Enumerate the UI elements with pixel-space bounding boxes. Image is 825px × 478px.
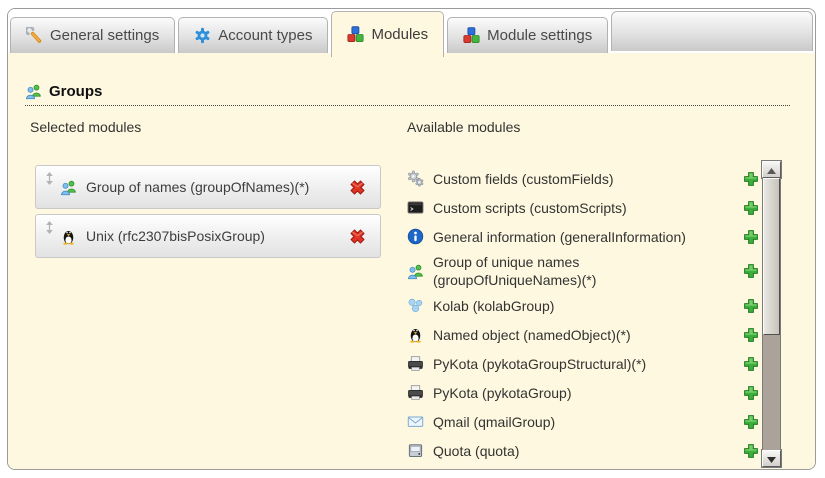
available-module-label: Quota (quota): [433, 442, 519, 460]
section-header-groups: Groups: [25, 83, 790, 106]
add-module-button[interactable]: [743, 414, 759, 430]
available-module-row: Kolab (kolabGroup): [407, 291, 759, 320]
section-title: Groups: [49, 83, 102, 100]
tux-icon: [60, 228, 77, 245]
info-icon: [407, 228, 424, 245]
scroll-down-icon: [767, 450, 776, 468]
available-module-label: Kolab (kolabGroup): [433, 297, 554, 315]
gears-icon: [407, 170, 424, 187]
selected-modules-list: Group of names (groupOfNames)(*) Unix (rf…: [35, 165, 381, 263]
drag-handle-icon[interactable]: [45, 172, 54, 185]
tab-modules[interactable]: Modules: [331, 11, 444, 57]
drag-handle-icon[interactable]: [45, 221, 54, 234]
add-module-button[interactable]: [743, 200, 759, 216]
available-module-row: Group of unique names (groupOfUniqueName…: [407, 251, 759, 291]
available-module-row: Custom scripts (customScripts): [407, 193, 759, 222]
tab-bar: General settings Account types Modules M…: [8, 9, 815, 53]
available-module-label: Group of unique names (groupOfUniqueName…: [433, 253, 638, 289]
add-module-button[interactable]: [743, 298, 759, 314]
available-module-row: PyKota (pykotaGroupStructural)(*): [407, 349, 759, 378]
add-module-button[interactable]: [743, 263, 759, 279]
available-module-row: Quota (quota): [407, 436, 759, 465]
available-module-label: Custom fields (customFields): [433, 170, 614, 188]
wrench-icon: [26, 27, 43, 44]
tab-general-settings[interactable]: General settings: [10, 17, 175, 53]
scrollbar-thumb[interactable]: [763, 178, 780, 335]
scroll-up-button[interactable]: [762, 161, 781, 178]
available-module-row: Custom fields (customFields): [407, 164, 759, 193]
tux-icon: [407, 326, 424, 343]
config-panel: General settings Account types Modules M…: [7, 8, 816, 470]
available-module-row: PyKota (pykotaGroup): [407, 378, 759, 407]
available-module-label: Qmail (qmailGroup): [433, 413, 555, 431]
add-module-button[interactable]: [743, 327, 759, 343]
tab-label: Account types: [218, 27, 312, 44]
add-module-button[interactable]: [743, 171, 759, 187]
selected-module-label: Group of names (groupOfNames)(*): [86, 179, 309, 195]
scrollbar-track[interactable]: [762, 178, 781, 450]
selected-module-row[interactable]: Group of names (groupOfNames)(*): [35, 165, 381, 209]
tab-label: Module settings: [487, 27, 592, 44]
tab-bar-filler: [611, 11, 813, 51]
available-module-row: Qmail (qmailGroup): [407, 407, 759, 436]
scroll-up-icon: [767, 161, 776, 179]
remove-module-button[interactable]: [349, 228, 366, 245]
printer-icon: [407, 384, 424, 401]
tab-module-settings[interactable]: Module settings: [447, 17, 608, 53]
available-module-label: General information (generalInformation): [433, 228, 686, 246]
kolab-icon: [407, 297, 424, 314]
selected-module-row[interactable]: Unix (rfc2307bisPosixGroup): [35, 214, 381, 258]
available-module-label: PyKota (pykotaGroup): [433, 384, 572, 402]
available-module-row: Named object (namedObject)(*): [407, 320, 759, 349]
selected-modules-heading: Selected modules: [30, 119, 141, 135]
printer-icon: [407, 355, 424, 372]
groups-icon: [25, 83, 42, 100]
selected-module-label: Unix (rfc2307bisPosixGroup): [86, 228, 265, 244]
gear-icon: [194, 27, 211, 44]
modules-icon: [463, 27, 480, 44]
available-modules-heading: Available modules: [407, 119, 520, 135]
group-icon: [407, 263, 424, 280]
add-module-button[interactable]: [743, 443, 759, 459]
tab-label: General settings: [50, 27, 159, 44]
terminal-icon: [407, 199, 424, 216]
available-module-label: Custom scripts (customScripts): [433, 199, 627, 217]
available-module-label: PyKota (pykotaGroupStructural)(*): [433, 355, 646, 373]
modules-icon: [347, 26, 364, 43]
disk-icon: [407, 442, 424, 459]
available-modules-scrollbar[interactable]: [762, 161, 781, 467]
remove-module-button[interactable]: [349, 179, 366, 196]
add-module-button[interactable]: [743, 385, 759, 401]
scroll-down-button[interactable]: [762, 450, 781, 467]
tab-label: Modules: [371, 26, 428, 43]
available-module-label: Named object (namedObject)(*): [433, 326, 631, 344]
tab-account-types[interactable]: Account types: [178, 17, 328, 53]
envelope-icon: [407, 413, 424, 430]
group-icon: [60, 179, 77, 196]
add-module-button[interactable]: [743, 229, 759, 245]
available-modules-list: Custom fields (customFields) Custom scrip…: [407, 164, 759, 465]
modules-tab-content: Groups Selected modules Available module…: [8, 53, 815, 469]
add-module-button[interactable]: [743, 356, 759, 372]
available-module-row: General information (generalInformation): [407, 222, 759, 251]
